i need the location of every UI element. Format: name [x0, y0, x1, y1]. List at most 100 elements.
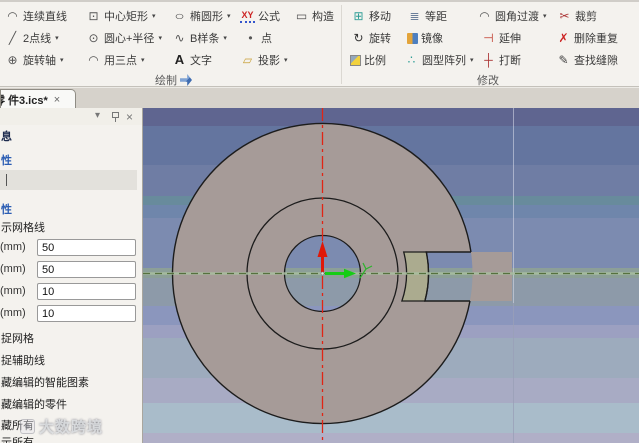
panel-toggle-1[interactable]: 捉辅助线	[1, 352, 45, 368]
dropdown-caret-icon[interactable]: ▾	[60, 56, 64, 64]
tool-delete-duplicate[interactable]: ✗ 删除重复	[556, 28, 618, 48]
grid-spacing-x-input[interactable]	[37, 283, 136, 300]
tool-label: 等距	[425, 11, 447, 23]
tool-label: 投影	[258, 55, 280, 67]
sketch-viewport[interactable]	[143, 108, 639, 443]
tool-label: B样条	[190, 33, 220, 45]
panel-dropdown-icon[interactable]: ▾	[95, 110, 100, 121]
arc-icon: ◠	[7, 9, 18, 23]
center-rect-icon: ⊡	[88, 9, 99, 23]
mm-label: (mm)	[0, 241, 26, 253]
scale-icon	[350, 54, 361, 66]
dropdown-caret-icon[interactable]: ▾	[284, 56, 288, 64]
line-icon: ╱	[8, 31, 17, 45]
draw-group-label-text: 绘制	[155, 75, 177, 87]
panel-toggle-2[interactable]: 藏编辑的智能图素	[1, 374, 89, 390]
document-tab[interactable]: 零 件3.ics* ×	[0, 89, 76, 109]
panel-show-grid-lines[interactable]: 示网格线	[1, 219, 45, 235]
tool-continuous-line[interactable]: ◠ 连续直线	[5, 6, 67, 26]
application-window: ◠ 连续直线 ⊡ 中心矩形 ▾ ○ 椭圆形 ▾ XY 公式 ▭ 构造 ╱ 2点线 ▾ ⊙ 圆心+半径 ▾ ∿ B样条 ▾…	[0, 0, 639, 443]
dropdown-caret-icon[interactable]: ▾	[55, 34, 59, 42]
panel-link-properties-1[interactable]: 性	[1, 152, 12, 168]
properties-panel: ▾ × 息 性 性 示网格线 (mm) (mm) (mm) (mm) 捉网格捉辅…	[0, 108, 143, 443]
tool-center-rect[interactable]: ⊡ 中心矩形 ▾	[86, 6, 156, 26]
grid-spacing-y-input[interactable]	[37, 305, 136, 322]
tool-label: 2点线	[23, 33, 52, 45]
group-divider	[341, 5, 342, 84]
tool-label: 裁剪	[575, 11, 597, 23]
panel-selected-row[interactable]	[0, 170, 137, 190]
tool-point[interactable]: • 点	[243, 28, 272, 48]
watermark-logo-icon	[20, 419, 35, 434]
array-icon: ∴	[407, 53, 416, 67]
tool-label: 中心矩形	[104, 11, 148, 23]
panel-header: ▾ ×	[0, 108, 142, 125]
tool-fillet[interactable]: ◠ 圆角过渡 ▾	[477, 6, 547, 26]
tool-extend[interactable]: ⊣ 延伸	[481, 28, 521, 48]
tool-construct[interactable]: ▭ 构造	[294, 6, 334, 26]
tool-three-point[interactable]: ◠ 用三点 ▾	[86, 50, 145, 70]
green-axis-arrow-head	[344, 268, 356, 279]
panel-link-properties-2[interactable]: 性	[1, 201, 12, 217]
tool-label: 旋转轴	[23, 55, 56, 67]
tool-ellipse[interactable]: ○ 椭圆形 ▾	[172, 6, 231, 26]
tool-label: 连续直线	[23, 11, 67, 23]
dropdown-caret-icon[interactable]: ▾	[470, 56, 474, 64]
tool-find-gap[interactable]: ✎ 查找缝隙	[556, 50, 618, 70]
tool-label: 文字	[190, 55, 212, 67]
tool-circle-center-radius[interactable]: ⊙ 圆心+半径 ▾	[86, 28, 162, 48]
document-tab-bar: 零 件3.ics* ×	[0, 87, 639, 109]
tool-scale[interactable]: 比例	[350, 50, 386, 70]
dropdown-caret-icon[interactable]: ▾	[141, 56, 145, 64]
tool-mirror[interactable]: 镜像	[407, 28, 443, 48]
dropdown-caret-icon[interactable]: ▾	[543, 12, 547, 20]
tool-break[interactable]: ┼ 打断	[481, 50, 521, 70]
tool-label: 移动	[369, 11, 391, 23]
dropdown-caret-icon[interactable]: ▾	[152, 12, 156, 20]
tool-label: 比例	[364, 55, 386, 67]
panel-toggle-3[interactable]: 藏编辑的零件	[1, 396, 67, 412]
tool-label: 打断	[499, 55, 521, 67]
red-axis-arrow-head	[317, 241, 328, 257]
dropdown-caret-icon[interactable]: ▾	[227, 12, 231, 20]
spline-icon: ∿	[174, 31, 185, 45]
panel-close-icon[interactable]: ×	[126, 110, 133, 124]
dropdown-caret-icon[interactable]: ▾	[223, 34, 227, 42]
move-icon: ⊞	[353, 9, 364, 23]
slot-strip-face[interactable]	[400, 251, 430, 302]
slot-edge[interactable]	[423, 251, 471, 302]
tool-label: 圆角过渡	[495, 11, 539, 23]
tab-close-icon[interactable]: ×	[54, 94, 60, 106]
delete-dup-icon: ✗	[558, 31, 569, 45]
tool-label: 镜像	[421, 33, 443, 45]
tool-project[interactable]: ▱ 投影 ▾	[240, 50, 288, 70]
tool-move[interactable]: ⊞ 移动	[351, 6, 391, 26]
tool-rotate[interactable]: ↻ 旋转	[351, 28, 391, 48]
dropdown-caret-icon[interactable]: ▾	[158, 34, 162, 42]
panel-section-info: 息	[1, 131, 12, 143]
tool-label: 查找缝隙	[574, 55, 618, 67]
grid-width-input[interactable]	[37, 239, 136, 256]
tool-offset[interactable]: ≣ 等距	[407, 6, 447, 26]
draw-group-icon	[180, 74, 192, 86]
axis-icon: ⊕	[7, 53, 18, 67]
modify-group-label: 修改	[477, 72, 499, 88]
grid-height-input[interactable]	[37, 261, 136, 278]
tool-circular-array[interactable]: ∴ 圆型阵列 ▾	[404, 50, 474, 70]
tab-partial-char: 零	[1, 92, 8, 108]
trim-icon: ✂	[559, 9, 570, 23]
draw-group-label: 绘制	[155, 72, 192, 88]
mm-label: (mm)	[0, 307, 26, 319]
tool-two-point-line[interactable]: ╱ 2点线 ▾	[5, 28, 59, 48]
tool-text[interactable]: A 文字	[172, 50, 212, 70]
tool-formula[interactable]: XY 公式	[240, 6, 280, 26]
tool-revolve-axis[interactable]: ⊕ 旋转轴 ▾	[5, 50, 64, 70]
tab-title: 件3.ics*	[8, 94, 48, 107]
tool-label: 延伸	[499, 33, 521, 45]
tool-trim[interactable]: ✂ 裁剪	[557, 6, 597, 26]
tool-bspline[interactable]: ∿ B样条 ▾	[172, 28, 227, 48]
sketch-origin-point[interactable]	[320, 271, 325, 276]
panel-pin-icon[interactable]	[112, 112, 119, 122]
panel-toggle-0[interactable]: 捉网格	[1, 330, 34, 346]
break-icon: ┼	[484, 53, 493, 67]
